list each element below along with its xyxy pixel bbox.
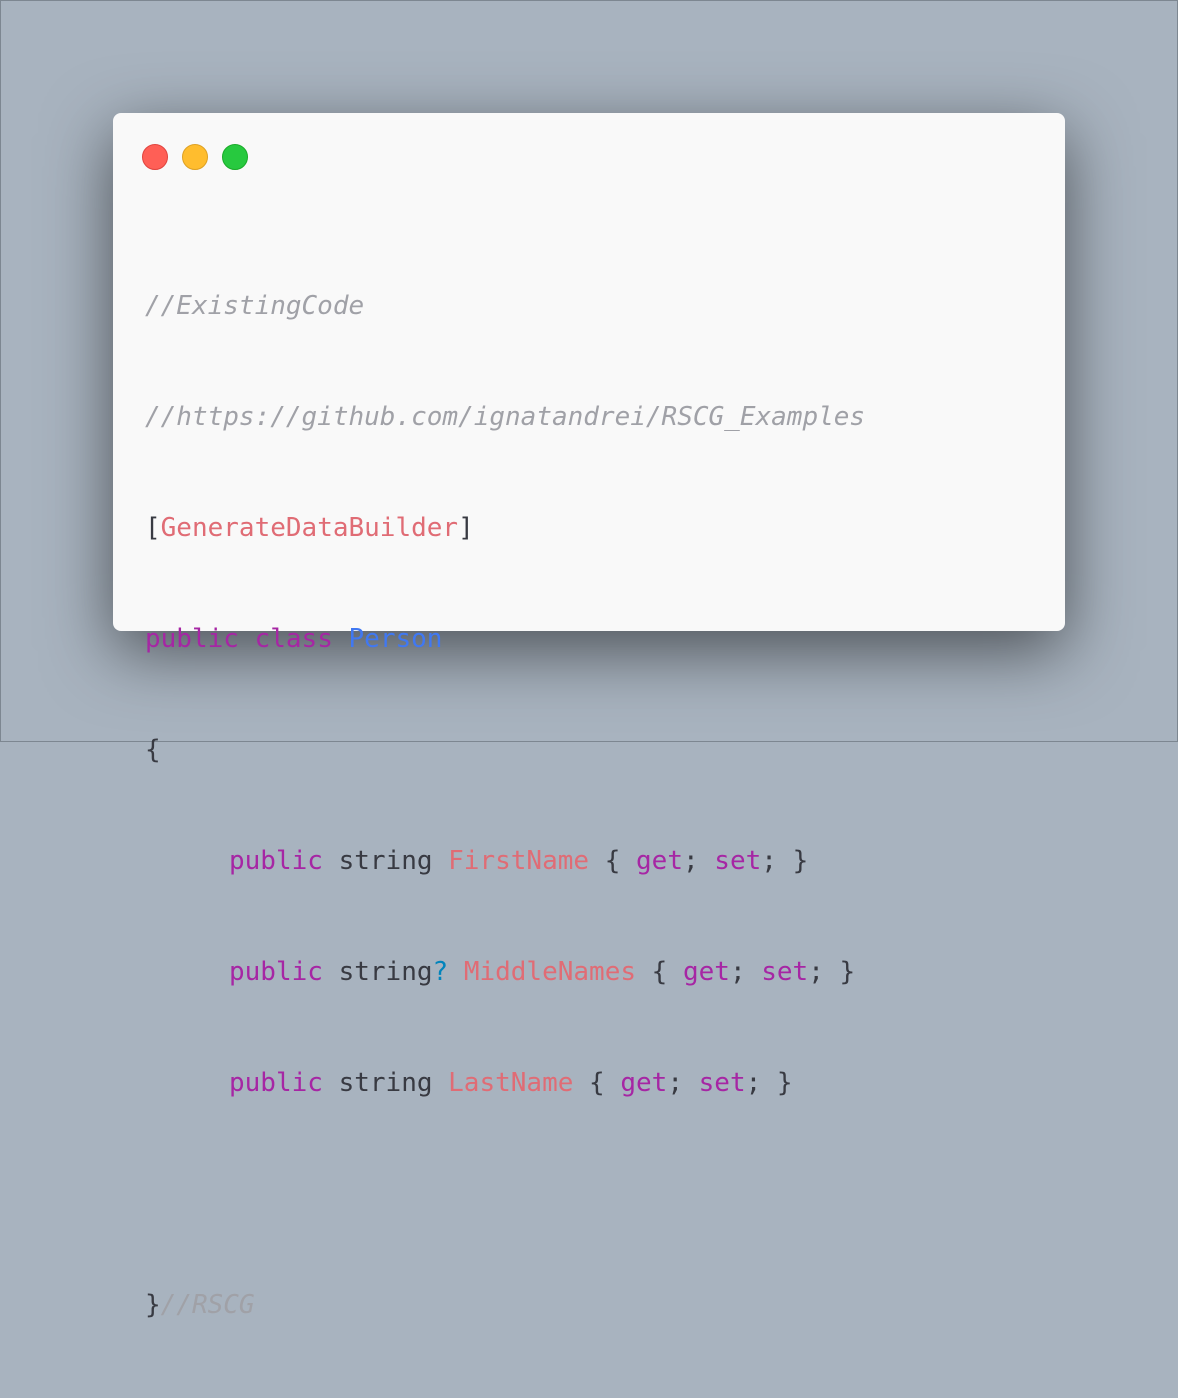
keyword: public [229, 957, 323, 987]
code-line-10: }//RSCG [145, 1287, 865, 1324]
brace: { [589, 1068, 621, 1098]
keyword: get [682, 957, 730, 987]
code-line-7: public string? MiddleNames { get; set; } [145, 954, 865, 991]
class-name: Person [348, 624, 443, 654]
type: string [338, 846, 433, 876]
punct: ; [729, 957, 762, 987]
keyword: public [229, 1068, 323, 1098]
brace: { [604, 846, 637, 876]
bracket: [ [145, 513, 161, 543]
comment: //ExistingCode [145, 291, 365, 321]
brace: { [145, 735, 161, 765]
comment: //https://github.com/ignatandrei/RSCG_Ex… [145, 402, 866, 432]
keyword: set [761, 957, 809, 987]
code-line-5: { [145, 732, 865, 769]
code-window: //ExistingCode //https://github.com/igna… [113, 113, 1065, 1320]
code-block: //ExistingCode //https://github.com/igna… [145, 214, 865, 1398]
code-line-2: //https://github.com/ignatandrei/RSCG_Ex… [145, 399, 865, 436]
type: string [338, 1068, 433, 1098]
nullable-mark: ? [432, 957, 449, 987]
punct: ; [682, 846, 715, 876]
keyword: class [254, 624, 333, 654]
minimize-button[interactable] [182, 144, 208, 170]
code-line-1: //ExistingCode [145, 288, 865, 325]
punct: ; } [761, 846, 809, 876]
close-button[interactable] [142, 144, 168, 170]
property-name: LastName [448, 1068, 574, 1098]
keyword: public [145, 624, 239, 654]
code-line-4: public class Person [145, 621, 865, 658]
keyword: public [229, 846, 323, 876]
window-controls [142, 144, 248, 170]
code-line-8: public string LastName { get; set; } [145, 1065, 865, 1102]
property-name: MiddleNames [463, 957, 636, 987]
property-name: FirstName [448, 846, 590, 876]
punct: ; } [808, 957, 856, 987]
brace: } [145, 1290, 161, 1320]
type: string [338, 957, 433, 987]
code-line-3: [GenerateDataBuilder] [145, 510, 865, 547]
comment: //RSCG [160, 1290, 255, 1320]
keyword: set [714, 846, 762, 876]
maximize-button[interactable] [222, 144, 248, 170]
punct: ; } [745, 1068, 793, 1098]
punct: ; [667, 1068, 699, 1098]
code-line-6: public string FirstName { get; set; } [145, 843, 865, 880]
keyword: set [698, 1068, 746, 1098]
keyword: get [636, 846, 683, 876]
brace: { [651, 957, 683, 987]
bracket: ] [458, 513, 474, 543]
attribute-name: GenerateDataBuilder [160, 513, 459, 543]
keyword: get [620, 1068, 668, 1098]
